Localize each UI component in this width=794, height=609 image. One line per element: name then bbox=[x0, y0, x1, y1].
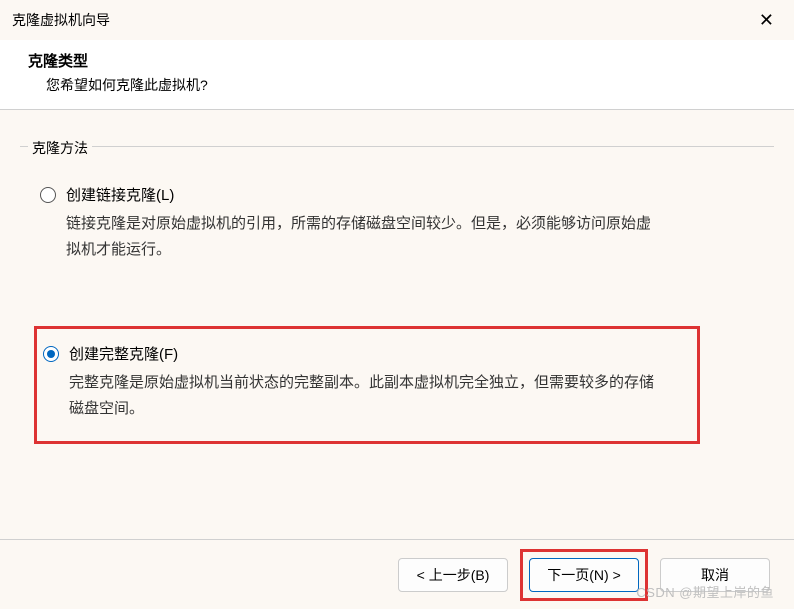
radio-label-full[interactable]: 创建完整克隆(F) bbox=[69, 343, 691, 364]
fieldset-legend: 克隆方法 bbox=[28, 138, 92, 158]
radio-label-linked[interactable]: 创建链接克隆(L) bbox=[66, 184, 754, 205]
radio-option-full-clone[interactable]: 创建完整克隆(F) 完整克隆是原始虚拟机当前状态的完整副本。此副本虚拟机完全独立… bbox=[34, 326, 700, 444]
radio-content: 创建链接克隆(L) 链接克隆是对原始虚拟机的引用，所需的存储磁盘空间较少。但是，… bbox=[66, 184, 754, 262]
next-button-highlight: 下一页(N) > bbox=[520, 549, 648, 601]
radio-group: 创建链接克隆(L) 链接克隆是对原始虚拟机的引用，所需的存储磁盘空间较少。但是，… bbox=[34, 178, 760, 444]
radio-icon[interactable] bbox=[43, 346, 59, 362]
page-subtitle: 您希望如何克隆此虚拟机? bbox=[46, 75, 766, 95]
radio-content: 创建完整克隆(F) 完整克隆是原始虚拟机当前状态的完整副本。此副本虚拟机完全独立… bbox=[69, 343, 691, 421]
clone-method-fieldset: 克隆方法 创建链接克隆(L) 链接克隆是对原始虚拟机的引用，所需的存储磁盘空间较… bbox=[20, 138, 774, 466]
content-area: 克隆方法 创建链接克隆(L) 链接克隆是对原始虚拟机的引用，所需的存储磁盘空间较… bbox=[0, 110, 794, 540]
close-icon[interactable]: ✕ bbox=[751, 6, 782, 35]
radio-description-linked: 链接克隆是对原始虚拟机的引用，所需的存储磁盘空间较少。但是，必须能够访问原始虚拟… bbox=[66, 211, 656, 262]
window-title: 克隆虚拟机向导 bbox=[12, 10, 110, 30]
watermark: CSDN @期望上岸的鱼 bbox=[636, 582, 774, 601]
wizard-header: 克隆类型 您希望如何克隆此虚拟机? bbox=[0, 40, 794, 110]
next-button[interactable]: 下一页(N) > bbox=[529, 558, 639, 592]
divider bbox=[20, 146, 774, 147]
radio-option-linked-clone[interactable]: 创建链接克隆(L) 链接克隆是对原始虚拟机的引用，所需的存储磁盘空间较少。但是，… bbox=[34, 178, 760, 268]
page-title: 克隆类型 bbox=[28, 50, 766, 71]
titlebar: 克隆虚拟机向导 ✕ bbox=[0, 0, 794, 40]
radio-description-full: 完整克隆是原始虚拟机当前状态的完整副本。此副本虚拟机完全独立，但需要较多的存储磁… bbox=[69, 370, 659, 421]
radio-icon[interactable] bbox=[40, 187, 56, 203]
back-button[interactable]: < 上一步(B) bbox=[398, 558, 508, 592]
